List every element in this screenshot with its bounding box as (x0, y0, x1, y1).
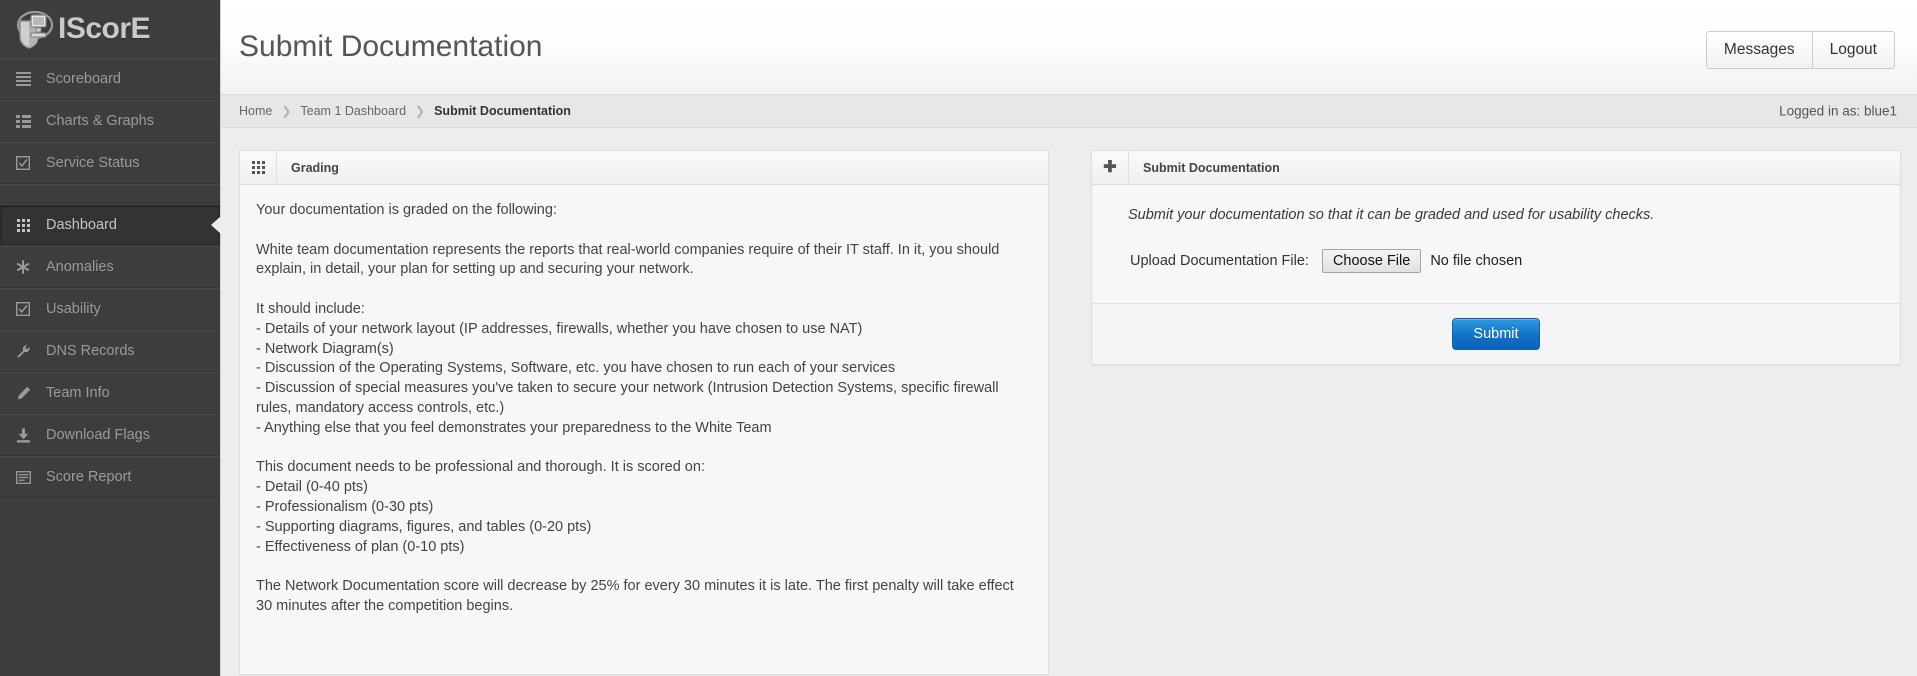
asterisk-icon (0, 260, 46, 274)
sidebar-item-anomalies[interactable]: Anomalies (0, 246, 220, 288)
page-title: Submit Documentation (239, 30, 543, 63)
breadcrumb-item-team-dashboard[interactable]: Team 1 Dashboard (300, 104, 406, 118)
sidebar-item-label: Download Flags (46, 427, 150, 443)
main-region: Submit Documentation Messages Logout Hom… (220, 0, 1917, 676)
choose-file-button[interactable]: Choose File (1321, 249, 1422, 273)
chosen-file-name: No file chosen (1430, 253, 1523, 269)
sidebar-item-label: DNS Records (46, 343, 135, 359)
sidebar-divider (0, 184, 220, 204)
grading-text: Your documentation is graded on the foll… (256, 202, 1014, 614)
grid-icon (0, 218, 46, 232)
page-header: Submit Documentation Messages Logout (221, 0, 1917, 95)
download-icon (0, 428, 46, 443)
upload-row: Upload Documentation File: Choose File N… (1092, 223, 1900, 303)
sidebar: IScorE Scoreboard Charts & Graphs Servic… (0, 0, 221, 676)
upload-file-label: Upload Documentation File: (1130, 253, 1309, 269)
chevron-right-icon: ❯ (281, 104, 292, 118)
content-area: Grading Your documentation is graded on … (221, 128, 1917, 675)
sidebar-item-label: Score Report (46, 469, 132, 485)
submit-panel-footer: Submit (1092, 303, 1900, 364)
sidebar-item-usability[interactable]: Usability (0, 288, 220, 330)
sidebar-item-label: Anomalies (46, 259, 114, 275)
submit-intro-text: Submit your documentation so that it can… (1128, 207, 1655, 223)
grading-panel: Grading Your documentation is graded on … (239, 150, 1049, 675)
submit-panel-title: Submit Documentation (1143, 160, 1280, 175)
breadcrumb-item-home[interactable]: Home (239, 104, 272, 118)
sidebar-item-download-flags[interactable]: Download Flags (0, 414, 220, 456)
pencil-icon (0, 386, 46, 401)
grid-icon (240, 151, 277, 184)
sidebar-item-label: Usability (46, 301, 101, 317)
breadcrumb-bar: Home ❯ Team 1 Dashboard ❯ Submit Documen… (221, 95, 1917, 128)
check-square-icon (0, 302, 46, 316)
sidebar-item-label: Team Info (46, 385, 110, 401)
breadcrumb: Home ❯ Team 1 Dashboard ❯ Submit Documen… (239, 104, 571, 118)
submit-panel-body: Submit your documentation so that it can… (1092, 185, 1900, 364)
breadcrumb-item-current: Submit Documentation (434, 104, 571, 118)
sidebar-item-charts-graphs[interactable]: Charts & Graphs (0, 100, 220, 142)
sidebar-item-dashboard[interactable]: Dashboard (0, 204, 221, 246)
grading-panel-title: Grading (291, 160, 339, 175)
report-icon (0, 470, 46, 484)
header-action-buttons: Messages Logout (1705, 31, 1895, 69)
messages-button[interactable]: Messages (1705, 31, 1812, 69)
submit-documentation-panel: ✚ Submit Documentation Submit your docum… (1091, 150, 1901, 365)
sidebar-item-team-info[interactable]: Team Info (0, 372, 220, 414)
sidebar-item-label: Service Status (46, 155, 140, 171)
sidebar-item-score-report[interactable]: Score Report (0, 456, 220, 498)
brand-logo[interactable]: IScorE (0, 0, 220, 58)
plus-icon[interactable]: ✚ (1092, 151, 1129, 184)
sidebar-item-scoreboard[interactable]: Scoreboard (0, 58, 220, 100)
sidebar-item-label: Scoreboard (46, 71, 121, 87)
chevron-right-icon: ❯ (415, 104, 426, 118)
grading-panel-body: Your documentation is graded on the foll… (240, 185, 1048, 631)
sidebar-item-service-status[interactable]: Service Status (0, 142, 220, 184)
logged-in-status: Logged in as: blue1 (1779, 103, 1897, 119)
check-square-icon (0, 156, 46, 170)
shield-computer-logo-icon (14, 9, 56, 49)
sidebar-item-dns-records[interactable]: DNS Records (0, 330, 220, 372)
grading-panel-header: Grading (240, 151, 1048, 185)
logout-button[interactable]: Logout (1811, 31, 1895, 69)
list-alt-icon (0, 114, 46, 128)
submit-panel-header: ✚ Submit Documentation (1092, 151, 1900, 185)
sidebar-item-label: Charts & Graphs (46, 113, 154, 129)
list-icon (0, 72, 46, 86)
sidebar-item-label: Dashboard (46, 217, 117, 233)
wrench-icon (0, 344, 46, 359)
brand-name: IScorE (58, 12, 151, 45)
submit-button[interactable]: Submit (1452, 318, 1540, 350)
file-input[interactable]: Choose File No file chosen (1321, 249, 1523, 273)
